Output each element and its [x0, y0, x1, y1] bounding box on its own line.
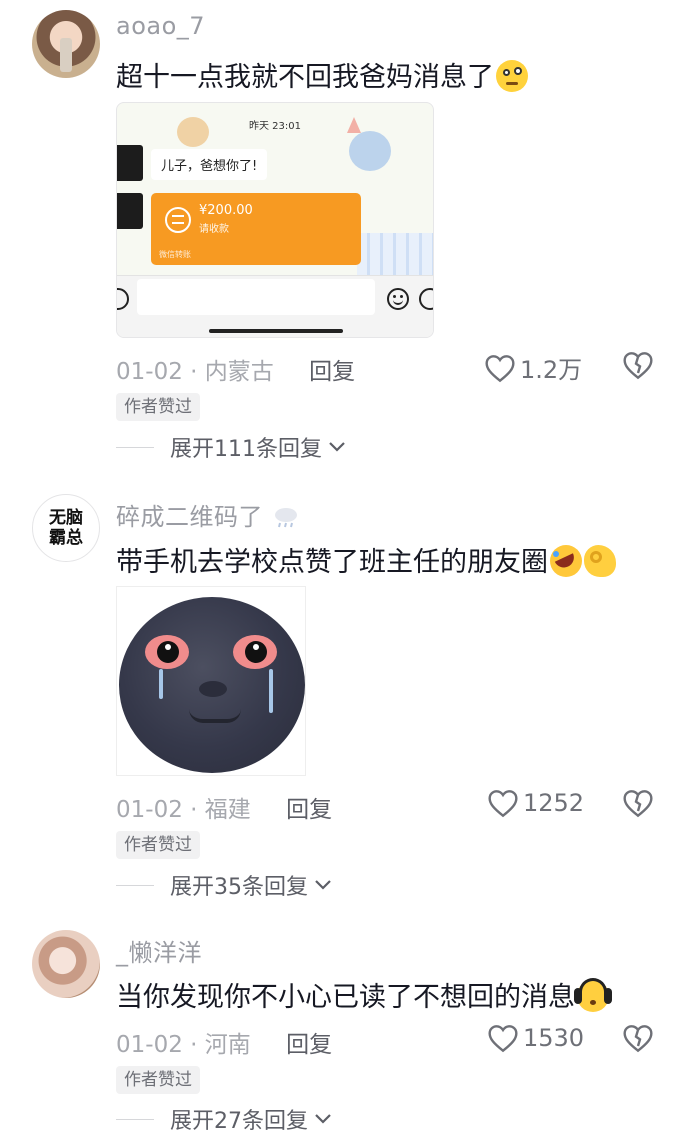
dislike-button[interactable] — [622, 350, 654, 384]
comment-username[interactable]: 碎成二维码了 — [116, 497, 301, 532]
expand-replies-label: 展开27条回复 — [170, 1109, 308, 1134]
comment-username[interactable]: _懒洋洋 — [116, 933, 202, 968]
sender-avatar — [117, 145, 143, 181]
transfer-footer: 微信转账 — [159, 250, 191, 259]
like-count: 1.2万 — [520, 356, 583, 384]
divider — [116, 884, 154, 886]
ok-hand-icon — [584, 545, 616, 577]
cloud-rain-icon — [275, 508, 298, 528]
comment-meta: 01-02 · 河南 回复 — [116, 1025, 332, 1059]
like-count: 1530 — [523, 1024, 585, 1052]
emoji-icon — [387, 288, 409, 310]
expand-replies-label: 展开111条回复 — [170, 437, 322, 462]
comment-text-content: 带手机去学校点赞了班主任的朋友圈 — [116, 547, 548, 578]
like-count: 1252 — [523, 789, 585, 817]
like-button[interactable]: 1.2万 — [484, 350, 582, 385]
separator: · — [190, 797, 198, 823]
eye-right — [233, 635, 277, 669]
headphones-face-icon — [574, 978, 612, 1012]
avatar[interactable] — [32, 930, 100, 998]
author-liked-badge: 作者赞过 — [116, 1066, 200, 1094]
comment-text-content: 超十一点我就不回我爸妈消息了 — [116, 62, 494, 93]
comment-date: 01-02 — [116, 359, 183, 385]
comment-date: 01-02 — [116, 797, 183, 823]
dislike-button[interactable] — [622, 788, 654, 822]
comment-text-content: 当你发现你不小心已读了不想回的消息 — [116, 982, 575, 1013]
comment-text: 超十一点我就不回我爸妈消息了 — [116, 55, 528, 94]
nose — [199, 681, 227, 697]
chat-message: 儿子，爸想你了! — [151, 149, 268, 180]
comment-image-attachment[interactable] — [116, 586, 306, 776]
comment-username[interactable]: aoao_7 — [116, 12, 205, 40]
reply-button[interactable]: 回复 — [309, 359, 355, 385]
author-liked-badge: 作者赞过 — [116, 393, 200, 421]
mouth — [189, 709, 241, 723]
fence-decoration — [357, 233, 433, 275]
transfer-icon — [165, 207, 191, 233]
broken-heart-icon — [623, 790, 653, 818]
avatar[interactable]: 无脑霸总 — [32, 494, 100, 562]
party-hat — [347, 117, 361, 133]
plus-icon — [419, 288, 433, 310]
chat-input — [137, 279, 375, 315]
chevron-down-icon — [329, 442, 345, 452]
sender-avatar — [117, 193, 143, 229]
expand-replies-button[interactable]: 展开35条回复 — [116, 869, 332, 901]
separator: · — [190, 1032, 198, 1058]
like-button[interactable]: 1530 — [487, 1023, 584, 1053]
transfer-subtitle: 请收款 — [199, 224, 229, 235]
divider — [116, 446, 154, 448]
transfer-amount: ¥200.00 — [199, 203, 253, 218]
comment-image-attachment[interactable]: 昨天 23:01 儿子，爸想你了! ¥200.00 请收款 微信转账 — [116, 102, 434, 338]
home-indicator — [209, 329, 343, 333]
expand-replies-label: 展开35条回复 — [170, 875, 308, 900]
divider — [116, 1118, 154, 1120]
avatar-bottle — [60, 38, 72, 72]
chevron-down-icon — [315, 880, 331, 890]
broken-heart-icon — [623, 1025, 653, 1053]
comment-location: 福建 — [204, 797, 251, 823]
comment-location: 内蒙古 — [204, 359, 274, 385]
thinking-face-icon — [496, 60, 528, 92]
tear — [159, 669, 163, 699]
reply-button[interactable]: 回复 — [286, 1032, 332, 1058]
comment-location: 河南 — [204, 1032, 251, 1058]
comment-meta: 01-02 · 内蒙古 回复 — [116, 352, 355, 386]
avatar-text: 无脑霸总 — [49, 508, 83, 548]
eye-left — [145, 635, 189, 669]
comment-text: 带手机去学校点赞了班主任的朋友圈 — [116, 540, 616, 579]
broken-heart-icon — [623, 352, 653, 380]
rolling-laughing-icon — [550, 545, 582, 577]
avatar[interactable] — [32, 10, 100, 78]
dark-moon-face — [119, 597, 305, 773]
like-button[interactable]: 1252 — [487, 788, 584, 818]
heart-icon — [488, 790, 518, 818]
tear — [269, 669, 273, 713]
comment-date: 01-02 — [116, 1032, 183, 1058]
separator: · — [190, 359, 198, 385]
username-label: 碎成二维码了 — [116, 503, 263, 531]
chevron-down-icon — [315, 1114, 331, 1124]
author-liked-badge: 作者赞过 — [116, 831, 200, 859]
chat-time: 昨天 23:01 — [249, 121, 301, 132]
heart-icon — [488, 1025, 518, 1053]
reply-button[interactable]: 回复 — [286, 797, 332, 823]
bear-sticker — [177, 117, 209, 147]
expand-replies-button[interactable]: 展开27条回复 — [116, 1103, 332, 1135]
heart-icon — [485, 354, 515, 382]
comment-meta: 01-02 · 福建 回复 — [116, 790, 332, 824]
dislike-button[interactable] — [622, 1023, 654, 1057]
expand-replies-button[interactable]: 展开111条回复 — [116, 431, 346, 463]
comment-text: 当你发现你不小心已读了不想回的消息 — [116, 975, 612, 1014]
elephant-sticker — [349, 131, 391, 171]
